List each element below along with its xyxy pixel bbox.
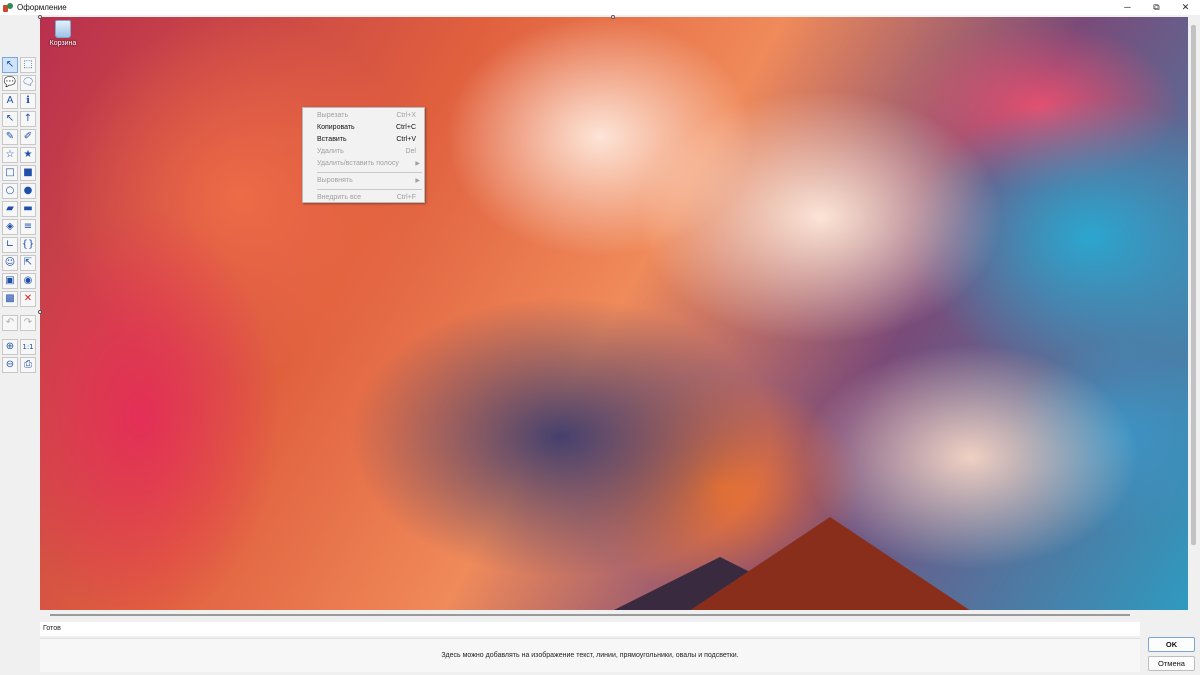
recycle-bin-shortcut: Корзина (47, 20, 79, 47)
cancel-button[interactable]: Отмена (1148, 656, 1195, 671)
pencil-tool-icon[interactable]: ✐ (20, 129, 36, 145)
context-menu: Вырезать Ctrl+X Копировать Ctrl+C Вставить… (302, 107, 425, 203)
hint-text: Здесь можно добавлять на изображение тек… (441, 652, 739, 659)
print-icon[interactable]: ⎙ (20, 357, 36, 373)
rectangle-tool-icon[interactable]: □ (2, 165, 18, 181)
shortcut-delete: Del (405, 148, 416, 155)
shortcut-cut: Ctrl+X (396, 112, 416, 119)
menu-item-cut[interactable]: Вырезать Ctrl+X (303, 110, 424, 122)
highlight-rectangle-tool-icon[interactable]: ▬ (20, 201, 36, 217)
recycle-bin-label: Корзина (49, 40, 77, 47)
shortcut-paste: Ctrl+V (396, 136, 416, 143)
title-bar: Оформление ─ ⧉ ✕ (0, 0, 1200, 15)
window-title: Оформление (17, 3, 67, 12)
ok-button[interactable]: OK (1148, 637, 1195, 652)
menu-item-delete[interactable]: Удалить Del (303, 146, 424, 158)
menu-item-copy[interactable]: Копировать Ctrl+C (303, 122, 424, 134)
vertical-scrollbar[interactable] (1188, 17, 1200, 610)
status-bar: Готов (40, 622, 1140, 636)
arrow-tool-icon[interactable]: ↑ (20, 111, 36, 127)
minimize-button[interactable]: ─ (1113, 0, 1142, 15)
callout-tool-icon[interactable]: 💬 (2, 75, 18, 91)
resize-handle-top[interactable] (611, 15, 615, 19)
line-style-tool-icon[interactable]: ≡ (20, 219, 36, 235)
annotation-window: Оформление ─ ⧉ ✕ ↖ ⬚ 💬 🗨 Aℹ ↖ ↑ ✎ ✐ ☆ ★ □ ■ ○ ●… (0, 0, 1200, 675)
submenu-arrow-icon: ▶ (415, 161, 420, 167)
fill-tool-icon[interactable]: ◈ (2, 219, 18, 235)
app-icon (3, 2, 13, 13)
menu-separator (317, 189, 422, 190)
shortcut-copy: Ctrl+C (395, 124, 416, 131)
filled-ellipse-tool-icon[interactable]: ● (20, 183, 36, 199)
info-stamp-tool-icon[interactable]: ℹ (20, 93, 36, 109)
angle-tool-icon[interactable]: ∟ (2, 237, 18, 253)
menu-item-align[interactable]: Выровнять ▶ (303, 175, 424, 187)
spotlight-tool-icon[interactable]: ◉ (20, 273, 36, 289)
menu-item-paste[interactable]: Вставить Ctrl+V (303, 134, 424, 146)
highlighter-tool-icon[interactable]: ▰ (2, 201, 18, 217)
horizontal-scrollbar[interactable] (40, 610, 1188, 620)
select-tool-icon[interactable]: ↖ (2, 57, 18, 73)
marquee-tool-icon[interactable]: ⬚ (20, 57, 36, 73)
submenu-arrow-icon: ▶ (415, 178, 420, 184)
hint-panel: Здесь можно добавлять на изображение тек… (40, 638, 1140, 672)
menu-separator (317, 172, 422, 173)
undo-icon[interactable]: ↶ (2, 315, 18, 331)
horizontal-scroll-thumb[interactable] (50, 614, 1130, 616)
actual-size-icon[interactable]: 1:1 (20, 339, 36, 355)
shortcut-embed-all: Ctrl+F (396, 194, 416, 201)
star-outline-tool-icon[interactable]: ☆ (2, 147, 18, 163)
image-canvas[interactable] (40, 17, 1188, 610)
text-tool-icon[interactable]: A (2, 93, 18, 109)
zoom-out-icon[interactable]: ⊖ (2, 357, 18, 373)
brace-tool-icon[interactable]: {} (20, 237, 36, 253)
emoji-tool-icon[interactable]: ☺ (2, 255, 18, 271)
window-controls: ─ ⧉ ✕ (1113, 0, 1200, 15)
drawing-toolbar: ↖ ⬚ 💬 🗨 Aℹ ↖ ↑ ✎ ✐ ☆ ★ □ ■ ○ ● ▰ ▬ ◈ ≡ ∟{} ☺ ⇱ ▣ ◉ … (0, 57, 38, 375)
restore-button[interactable]: ⧉ (1142, 0, 1171, 15)
vertical-scroll-thumb[interactable] (1191, 25, 1196, 545)
zoom-in-icon[interactable]: ⊕ (2, 339, 18, 355)
image-tool-icon[interactable]: ▣ (2, 273, 18, 289)
redo-icon[interactable]: ↷ (20, 315, 36, 331)
ellipse-tool-icon[interactable]: ○ (2, 183, 18, 199)
menu-item-delete-insert-band[interactable]: Удалить/вставить полосу ▶ (303, 158, 424, 170)
resize-handle-top-left[interactable] (38, 15, 42, 19)
resize-handle-left[interactable] (38, 310, 42, 314)
line-tool-icon[interactable]: ↖ (2, 111, 18, 127)
pen-tool-icon[interactable]: ✎ (2, 129, 18, 145)
speech-bubble-tool-icon[interactable]: 🗨 (20, 75, 36, 91)
volcano-peak (680, 517, 980, 610)
filled-rectangle-tool-icon[interactable]: ■ (20, 165, 36, 181)
close-button[interactable]: ✕ (1171, 0, 1200, 15)
frame-tool-icon[interactable]: ▩ (2, 291, 18, 307)
menu-item-embed-all[interactable]: Внедрить все Ctrl+F (303, 192, 424, 204)
star-filled-tool-icon[interactable]: ★ (20, 147, 36, 163)
pointer-stamp-tool-icon[interactable]: ⇱ (20, 255, 36, 271)
recycle-bin-icon (55, 20, 71, 38)
delete-tool-icon[interactable]: ✕ (20, 291, 36, 307)
